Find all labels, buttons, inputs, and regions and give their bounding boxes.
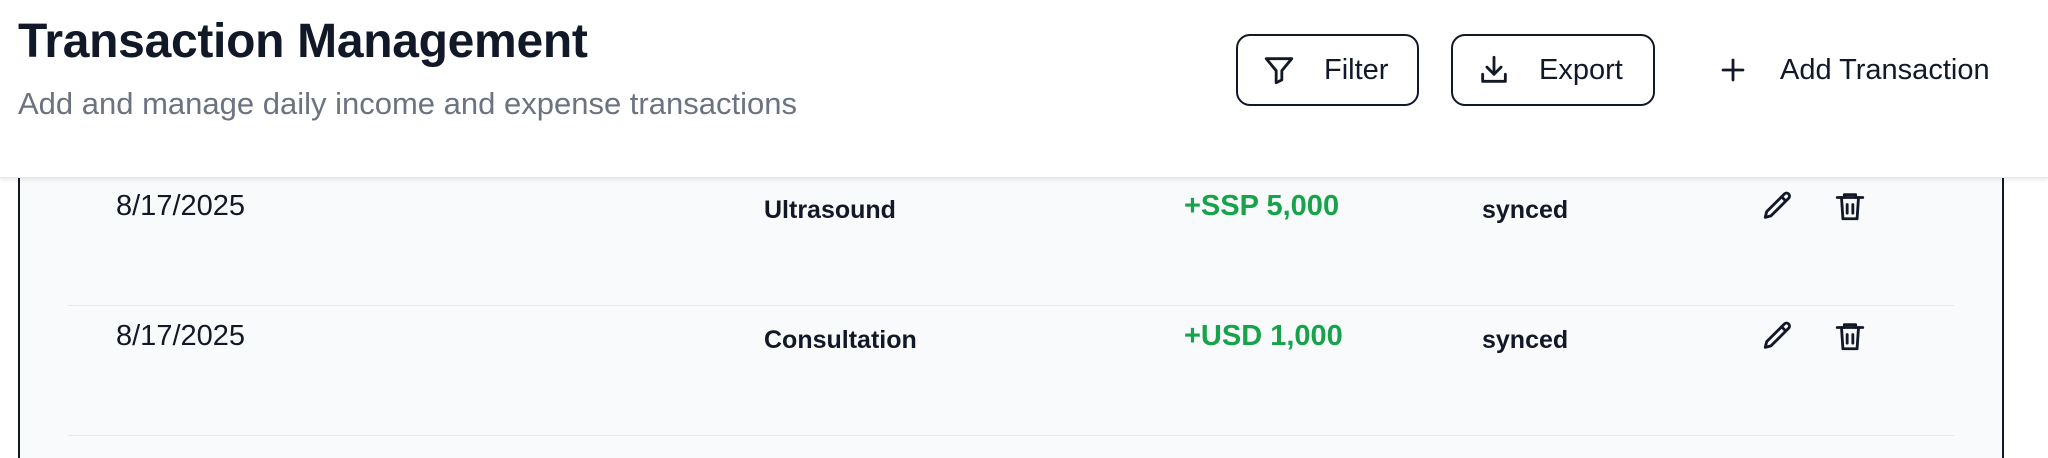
edit-button[interactable] <box>1758 186 1798 226</box>
pencil-icon <box>1763 191 1791 219</box>
page-subtitle: Add and manage daily income and expense … <box>18 86 797 121</box>
table-row: 8/17/2025 Consultation +USD 1,000 synced <box>68 306 1954 436</box>
transaction-amount: +USD 1,000 <box>1184 320 1343 352</box>
page-title: Transaction Management <box>18 15 588 68</box>
transaction-amount: +SSP 5,000 <box>1184 190 1340 222</box>
delete-button[interactable] <box>1830 186 1870 226</box>
add-transaction-button-label: Add Transaction <box>1780 53 1990 86</box>
table-row: 8/17/2025 Ultrasound +SSP 5,000 synced <box>68 176 1954 306</box>
plus-icon <box>1721 58 1745 82</box>
page-header: Transaction Management Add and manage da… <box>0 0 2048 178</box>
funnel-icon <box>1264 57 1294 85</box>
sync-status: synced <box>1482 196 1569 224</box>
download-icon <box>1481 55 1507 83</box>
transaction-date: 8/17/2025 <box>116 320 246 352</box>
trash-icon <box>1835 193 1865 221</box>
delete-button[interactable] <box>1830 316 1870 356</box>
filter-button[interactable]: Filter <box>1236 34 1419 106</box>
transaction-date: 8/17/2025 <box>116 190 246 222</box>
edit-button[interactable] <box>1758 316 1798 356</box>
transactions-table: 8/17/2025 Ultrasound +SSP 5,000 synced 8… <box>18 150 2004 458</box>
add-transaction-button[interactable]: Add Transaction <box>1716 34 2016 106</box>
pencil-icon <box>1763 321 1791 349</box>
sync-status: synced <box>1482 326 1569 354</box>
transaction-management-page: Transaction Management Add and manage da… <box>0 0 2048 458</box>
transaction-description: Consultation <box>764 326 917 354</box>
trash-icon <box>1835 323 1865 351</box>
export-button-label: Export <box>1539 53 1623 86</box>
export-button[interactable]: Export <box>1451 34 1655 106</box>
filter-button-label: Filter <box>1324 53 1389 86</box>
transaction-description: Ultrasound <box>764 196 896 224</box>
